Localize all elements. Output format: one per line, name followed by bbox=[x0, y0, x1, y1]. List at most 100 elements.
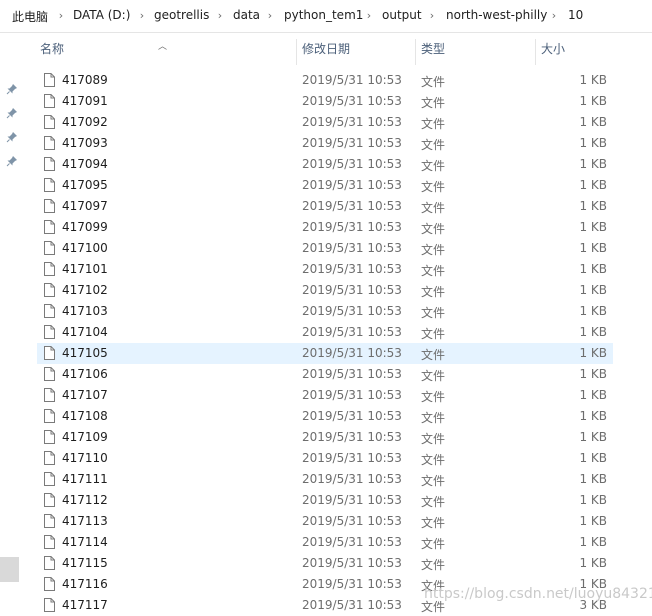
breadcrumb-drive[interactable]: DATA (D:) bbox=[73, 8, 130, 22]
file-icon bbox=[44, 409, 55, 423]
file-size: 1 KB bbox=[579, 409, 607, 423]
file-size: 1 KB bbox=[579, 472, 607, 486]
file-row[interactable]: 417114 2019/5/31 10:53 文件 1 KB bbox=[37, 532, 613, 553]
chevron-right-icon[interactable]: › bbox=[137, 9, 147, 22]
file-name: 417106 bbox=[62, 367, 108, 381]
file-date: 2019/5/31 10:53 bbox=[302, 220, 402, 234]
file-name: 417105 bbox=[62, 346, 108, 360]
file-size: 1 KB bbox=[579, 178, 607, 192]
file-name: 417093 bbox=[62, 136, 108, 150]
file-row[interactable]: 417089 2019/5/31 10:53 文件 1 KB bbox=[37, 70, 613, 91]
file-row[interactable]: 417099 2019/5/31 10:53 文件 1 KB bbox=[37, 217, 613, 238]
file-row[interactable]: 417108 2019/5/31 10:53 文件 1 KB bbox=[37, 406, 613, 427]
breadcrumb-python-tem1[interactable]: python_tem1 bbox=[284, 8, 363, 22]
file-type: 文件 bbox=[421, 222, 446, 236]
file-row[interactable]: 417092 2019/5/31 10:53 文件 1 KB bbox=[37, 112, 613, 133]
file-row[interactable]: 417093 2019/5/31 10:53 文件 1 KB bbox=[37, 133, 613, 154]
file-row[interactable]: 417105 2019/5/31 10:53 文件 1 KB bbox=[37, 343, 613, 364]
chevron-right-icon[interactable]: › bbox=[215, 9, 225, 22]
file-date: 2019/5/31 10:53 bbox=[302, 472, 402, 486]
file-row[interactable]: 417103 2019/5/31 10:53 文件 1 KB bbox=[37, 301, 613, 322]
file-type: 文件 bbox=[421, 474, 446, 488]
file-row[interactable]: 417094 2019/5/31 10:53 文件 1 KB bbox=[37, 154, 613, 175]
file-size: 1 KB bbox=[579, 199, 607, 213]
pin-icon[interactable] bbox=[6, 107, 18, 119]
file-name: 417112 bbox=[62, 493, 108, 507]
address-bar[interactable]: 此电脑 › DATA (D:) › geotrellis › data › py… bbox=[0, 0, 652, 33]
chevron-right-icon[interactable]: › bbox=[265, 9, 275, 22]
breadcrumb-data[interactable]: data bbox=[233, 8, 260, 22]
breadcrumb-north-west-philly[interactable]: north-west-philly bbox=[446, 8, 547, 22]
file-name: 417091 bbox=[62, 94, 108, 108]
chevron-right-icon[interactable]: › bbox=[549, 9, 559, 22]
file-row[interactable]: 417107 2019/5/31 10:53 文件 1 KB bbox=[37, 385, 613, 406]
file-name: 417099 bbox=[62, 220, 108, 234]
file-icon bbox=[44, 577, 55, 591]
navigation-pane bbox=[0, 33, 26, 615]
file-row[interactable]: 417106 2019/5/31 10:53 文件 1 KB bbox=[37, 364, 613, 385]
file-size: 1 KB bbox=[579, 157, 607, 171]
file-row[interactable]: 417115 2019/5/31 10:53 文件 1 KB bbox=[37, 553, 613, 574]
file-type: 文件 bbox=[421, 201, 446, 215]
file-date: 2019/5/31 10:53 bbox=[302, 388, 402, 402]
file-row[interactable]: 417100 2019/5/31 10:53 文件 1 KB bbox=[37, 238, 613, 259]
file-name: 417110 bbox=[62, 451, 108, 465]
file-name: 417100 bbox=[62, 241, 108, 255]
file-date: 2019/5/31 10:53 bbox=[302, 73, 402, 87]
file-size: 1 KB bbox=[579, 94, 607, 108]
file-size: 1 KB bbox=[579, 346, 607, 360]
column-name[interactable]: 名称 ︿ bbox=[34, 33, 296, 66]
breadcrumb-output[interactable]: output bbox=[382, 8, 422, 22]
file-name: 417092 bbox=[62, 115, 108, 129]
chevron-right-icon[interactable]: › bbox=[364, 9, 374, 22]
file-row[interactable]: 417112 2019/5/31 10:53 文件 1 KB bbox=[37, 490, 613, 511]
file-type: 文件 bbox=[421, 96, 446, 110]
column-type[interactable]: 类型 bbox=[415, 33, 535, 66]
file-name: 417095 bbox=[62, 178, 108, 192]
chevron-right-icon[interactable]: › bbox=[56, 9, 66, 22]
breadcrumb-geotrellis[interactable]: geotrellis bbox=[154, 8, 209, 22]
file-row[interactable]: 417113 2019/5/31 10:53 文件 1 KB bbox=[37, 511, 613, 532]
file-date: 2019/5/31 10:53 bbox=[302, 430, 402, 444]
pin-icon[interactable] bbox=[6, 155, 18, 167]
file-date: 2019/5/31 10:53 bbox=[302, 199, 402, 213]
column-size[interactable]: 大小 bbox=[535, 33, 614, 66]
file-name: 417089 bbox=[62, 73, 108, 87]
file-size: 1 KB bbox=[579, 535, 607, 549]
chevron-right-icon[interactable]: › bbox=[427, 9, 437, 22]
file-date: 2019/5/31 10:53 bbox=[302, 556, 402, 570]
file-row[interactable]: 417110 2019/5/31 10:53 文件 1 KB bbox=[37, 448, 613, 469]
file-icon bbox=[44, 220, 55, 234]
file-icon bbox=[44, 178, 55, 192]
file-icon bbox=[44, 94, 55, 108]
pin-icon[interactable] bbox=[6, 131, 18, 143]
file-row[interactable]: 417101 2019/5/31 10:53 文件 1 KB bbox=[37, 259, 613, 280]
file-name: 417101 bbox=[62, 262, 108, 276]
file-row[interactable]: 417104 2019/5/31 10:53 文件 1 KB bbox=[37, 322, 613, 343]
file-row[interactable]: 417109 2019/5/31 10:53 文件 1 KB bbox=[37, 427, 613, 448]
file-row[interactable]: 417102 2019/5/31 10:53 文件 1 KB bbox=[37, 280, 613, 301]
file-date: 2019/5/31 10:53 bbox=[302, 535, 402, 549]
file-date: 2019/5/31 10:53 bbox=[302, 157, 402, 171]
file-type: 文件 bbox=[421, 264, 446, 278]
breadcrumb-10[interactable]: 10 bbox=[568, 8, 583, 22]
file-name: 417097 bbox=[62, 199, 108, 213]
file-date: 2019/5/31 10:53 bbox=[302, 598, 402, 612]
column-date-label: 修改日期 bbox=[302, 42, 351, 56]
column-name-label: 名称 bbox=[40, 42, 65, 56]
breadcrumb-this-pc[interactable]: 此电脑 bbox=[12, 8, 48, 25]
file-row[interactable]: 417095 2019/5/31 10:53 文件 1 KB bbox=[37, 175, 613, 196]
file-row[interactable]: 417091 2019/5/31 10:53 文件 1 KB bbox=[37, 91, 613, 112]
file-date: 2019/5/31 10:53 bbox=[302, 493, 402, 507]
file-icon bbox=[44, 262, 55, 276]
file-icon bbox=[44, 346, 55, 360]
file-type: 文件 bbox=[421, 348, 446, 362]
file-date: 2019/5/31 10:53 bbox=[302, 262, 402, 276]
file-name: 417094 bbox=[62, 157, 108, 171]
pin-icon[interactable] bbox=[6, 83, 18, 95]
nav-scrollbar-thumb[interactable] bbox=[0, 557, 19, 582]
file-size: 1 KB bbox=[579, 304, 607, 318]
column-date[interactable]: 修改日期 bbox=[296, 33, 415, 66]
file-row[interactable]: 417097 2019/5/31 10:53 文件 1 KB bbox=[37, 196, 613, 217]
file-row[interactable]: 417111 2019/5/31 10:53 文件 1 KB bbox=[37, 469, 613, 490]
